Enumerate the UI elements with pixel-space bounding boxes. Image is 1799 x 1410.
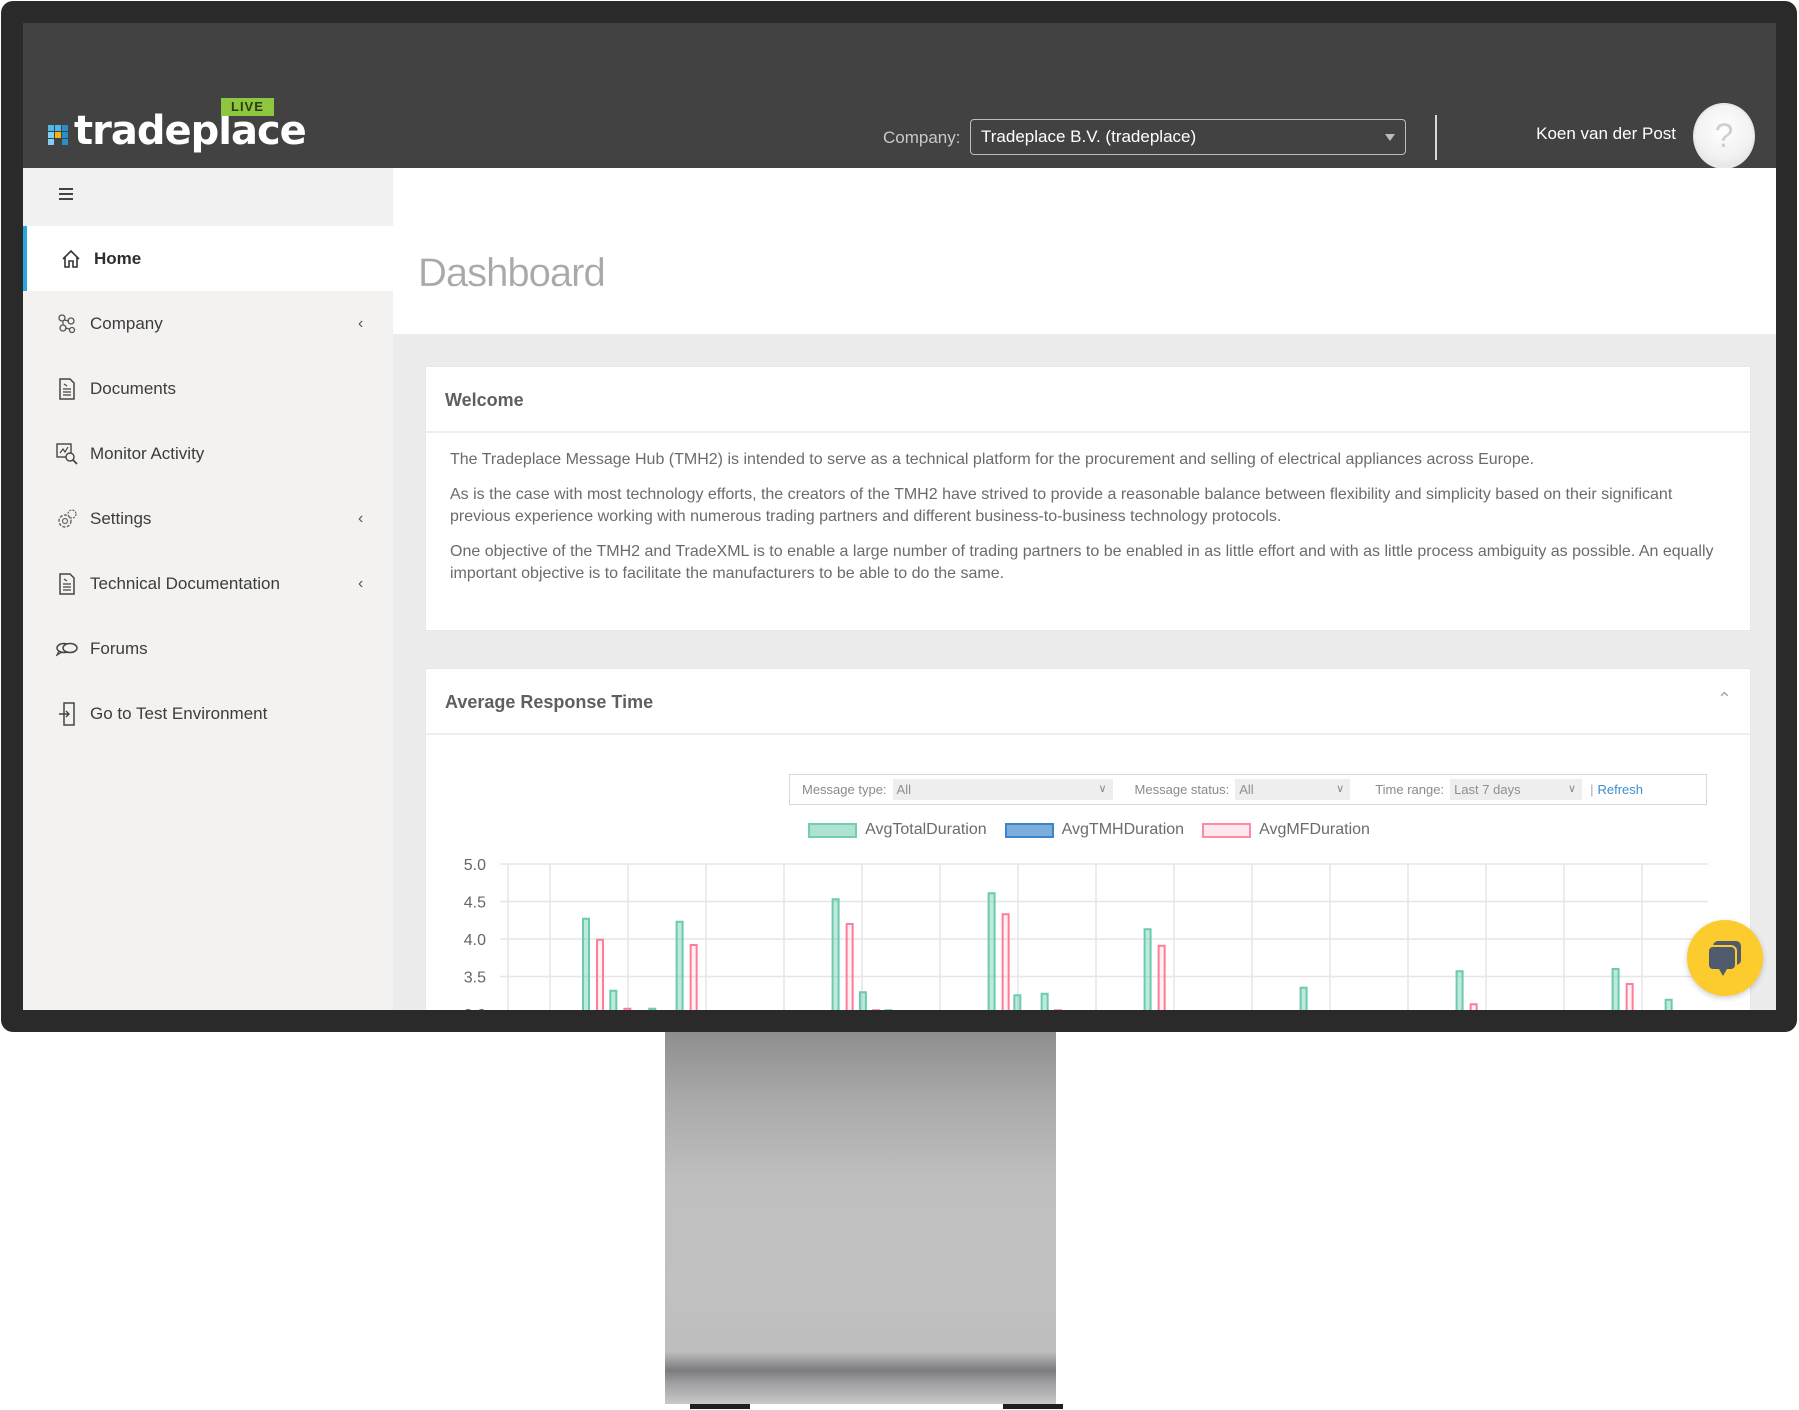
- header-divider: [1435, 115, 1437, 160]
- page-header: Dashboard: [393, 168, 1776, 334]
- sidebar-item-label: Documents: [90, 378, 176, 398]
- welcome-title: Welcome: [445, 390, 524, 410]
- live-environment-badge: LIVE: [221, 98, 274, 116]
- stand-foot-left: [690, 1404, 750, 1409]
- bar-avgmfduration: [845, 923, 854, 1010]
- chat-bubble-icon: [1707, 941, 1741, 976]
- tradeplace-logo[interactable]: tradeplace LIVE: [48, 98, 307, 154]
- sidebar-toggle-row: [23, 168, 393, 226]
- document-icon: [56, 572, 78, 595]
- chat-bubbles-icon: [56, 638, 78, 660]
- bar-avgtotalduration: [1013, 994, 1022, 1010]
- enter-door-icon: [56, 701, 78, 726]
- company-label: Company:: [883, 128, 961, 147]
- sidebar-item-documents[interactable]: Documents: [23, 356, 393, 421]
- bar-avgtotalduration: [858, 991, 867, 1010]
- bar-avgtotalduration: [987, 892, 996, 1010]
- sidebar-item-home[interactable]: Home: [23, 226, 393, 291]
- y-tick-label: 5.0: [464, 857, 486, 874]
- sidebar-item-label: Company: [90, 313, 163, 333]
- bar-avgtotalduration: [1664, 998, 1673, 1010]
- bar-avgtotalduration: [1143, 928, 1152, 1010]
- sidebar-item-company[interactable]: Company ‹: [23, 291, 393, 356]
- monitor-stand: [665, 1032, 1056, 1404]
- y-tick-label: 4.0: [464, 932, 486, 949]
- welcome-card-header: Welcome: [426, 367, 1750, 433]
- company-network-icon: [56, 313, 78, 335]
- page-title: Dashboard: [418, 250, 606, 295]
- sidebar-item-label: Forums: [90, 638, 148, 658]
- bar-avgtotalduration: [609, 989, 618, 1010]
- bar-avgtotalduration: [1455, 970, 1464, 1010]
- chevron-left-icon: ‹: [358, 574, 364, 592]
- y-tick-label: 4.5: [464, 895, 486, 912]
- sidebar-item-label: Monitor Activity: [90, 443, 205, 463]
- logo-text: tradeplace: [74, 108, 307, 154]
- sidebar-item-test-environment[interactable]: Go to Test Environment: [23, 681, 393, 746]
- document-icon: [56, 377, 78, 400]
- bar-avgmfduration: [623, 1007, 632, 1010]
- bar-avgmfduration: [1469, 1003, 1478, 1010]
- sidebar-item-label: Home: [94, 248, 142, 268]
- caret-down-icon: [1385, 134, 1395, 141]
- company-select[interactable]: Tradeplace B.V. (tradeplace): [970, 119, 1406, 155]
- sidebar-item-label: Technical Documentation: [90, 573, 280, 593]
- y-tick-label: 3.5: [464, 970, 486, 987]
- bar-avgtotalduration: [648, 1007, 657, 1010]
- sidebar-item-label: Settings: [90, 508, 152, 528]
- welcome-paragraph: One objective of the TMH2 and TradeXML i…: [450, 543, 1714, 582]
- unknown-user-icon: ?: [1714, 117, 1734, 155]
- sidebar-item-monitor-activity[interactable]: Monitor Activity: [23, 421, 393, 486]
- user-avatar[interactable]: ?: [1693, 103, 1755, 169]
- home-icon: [60, 248, 82, 270]
- welcome-paragraph: The Tradeplace Message Hub (TMH2) is int…: [450, 451, 1535, 468]
- bar-avgtotalduration: [1611, 968, 1620, 1010]
- hamburger-menu-icon[interactable]: [59, 188, 73, 202]
- response-time-card: Average Response Time ⌃ Message type: Al…: [425, 668, 1751, 1010]
- welcome-card: Welcome The Tradeplace Message Hub (TMH2…: [425, 366, 1751, 631]
- sidebar-item-label: Go to Test Environment: [90, 703, 268, 723]
- chevron-left-icon: ‹: [358, 509, 364, 527]
- stand-foot-right: [1003, 1404, 1063, 1409]
- bar-avgtotalduration: [831, 898, 840, 1010]
- screen: tradeplace LIVE Company: Tradeplace B.V.…: [23, 23, 1776, 1010]
- sidebar-item-technical-documentation[interactable]: Technical Documentation ‹: [23, 551, 393, 616]
- bar-avgmfduration: [1157, 944, 1166, 1010]
- welcome-body: The Tradeplace Message Hub (TMH2) is int…: [426, 433, 1750, 585]
- bar-avgmfduration: [1001, 913, 1010, 1010]
- user-name[interactable]: Koen van der Post: [1536, 124, 1676, 144]
- bar-avgtotalduration: [582, 917, 590, 1010]
- welcome-paragraph: As is the case with most technology effo…: [450, 486, 1673, 525]
- sidebar: Home Company ‹ Documents Monitor Activit…: [23, 168, 393, 1010]
- logo-mark-icon: [48, 125, 68, 145]
- y-tick-label: 3.0: [464, 1007, 486, 1010]
- bar-avgmfduration: [596, 938, 605, 1010]
- gear-icon: [56, 508, 78, 530]
- bar-avgmfduration: [1625, 983, 1634, 1010]
- chevron-left-icon: ‹: [358, 314, 364, 332]
- sidebar-item-settings[interactable]: Settings ‹: [23, 486, 393, 551]
- top-header: tradeplace LIVE Company: Tradeplace B.V.…: [23, 23, 1776, 169]
- chat-support-button[interactable]: [1687, 920, 1763, 996]
- average-response-time-chart: 5.0 4.5 4.0 3.5 3.0: [464, 857, 1708, 1010]
- sidebar-item-forums[interactable]: Forums: [23, 616, 393, 681]
- company-select-value: Tradeplace B.V. (tradeplace): [981, 127, 1197, 146]
- monitor-search-icon: [56, 442, 78, 465]
- bar-avgtotalduration: [675, 920, 684, 1010]
- bar-avgtotalduration: [1299, 986, 1308, 1010]
- bar-avgmfduration: [689, 944, 698, 1010]
- bar-avgtotalduration: [1040, 992, 1049, 1010]
